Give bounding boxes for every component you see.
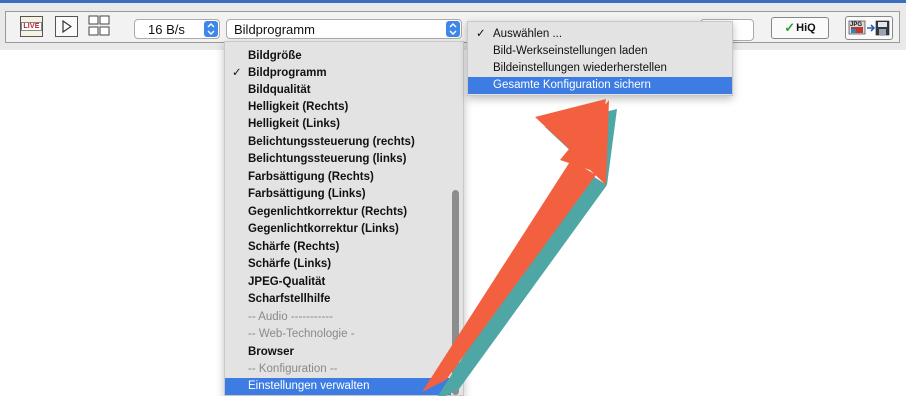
menu-item[interactable]: JPEG-Qualität — [225, 274, 451, 291]
action-dropdown-menu: ✓ Auswählen ... Bild-Werkseinstellungen l… — [467, 21, 733, 96]
frame-rate-value: 16 B/s — [148, 22, 185, 37]
jpg-to-disk-icon: JPG — [848, 20, 890, 36]
menu-item[interactable]: Bild-Werkseinstellungen laden — [468, 43, 732, 60]
menu-item[interactable]: Gegenlichtkorrektur (Links) — [225, 221, 451, 238]
menu-separator: -- Audio ----------- — [248, 311, 333, 323]
menu-item[interactable]: Scharfstellhilfe — [225, 291, 451, 308]
jpg-export-button[interactable]: JPG — [845, 16, 893, 40]
menu-separator: -- Web-Technologie - — [248, 328, 355, 340]
menu-item[interactable]: Gegenlichtkorrektur (Rechts) — [225, 204, 451, 221]
menu-item[interactable]: Bildeinstellungen wiederherstellen — [468, 60, 732, 77]
menu-item[interactable]: Schärfe (Rechts) — [225, 239, 451, 256]
menu-separator: -- Konfiguration -- — [248, 363, 338, 375]
menu-item[interactable]: Farbsättigung (Rechts) — [225, 169, 451, 186]
menu-item-selected[interactable]: Gesamte Konfiguration sichern — [468, 77, 732, 94]
svg-text:JPG: JPG — [850, 22, 862, 28]
menu-item-selected[interactable]: Einstellungen verwalten — [225, 378, 451, 395]
menu-item[interactable]: Schärfe (Links) — [225, 256, 451, 273]
program-dropdown-menu: Bildgröße ✓ Bildprogramm Bildqualität Hel… — [224, 41, 464, 396]
hiq-label: HiQ — [796, 22, 816, 34]
menu-item[interactable]: Belichtungssteuerung (links) — [225, 151, 451, 168]
stepper-icon — [204, 21, 218, 37]
menu-item[interactable]: Helligkeit (Rechts) — [225, 99, 451, 116]
checkmark-icon: ✓ — [476, 28, 486, 40]
live-button[interactable]: LIVE — [20, 16, 43, 37]
program-select-value: Bildprogramm — [234, 22, 315, 37]
menu-item[interactable]: ✓ Bildprogramm — [225, 65, 451, 82]
scrollbar[interactable] — [452, 190, 459, 395]
play-icon — [62, 20, 72, 33]
menu-item[interactable]: Farbsättigung (Links) — [225, 186, 451, 203]
frame-rate-select[interactable]: 16 B/s — [134, 19, 220, 39]
menu-item[interactable]: Bildgröße — [225, 48, 451, 65]
menu-item[interactable]: Belichtungssteuerung (rechts) — [225, 134, 451, 151]
menu-item[interactable]: Helligkeit (Links) — [225, 116, 451, 133]
menu-item[interactable]: Bildqualität — [225, 82, 451, 99]
stepper-icon — [446, 21, 460, 37]
play-button[interactable] — [55, 16, 78, 37]
grid-icon[interactable] — [88, 15, 111, 37]
live-label: LIVE — [21, 22, 42, 31]
hiq-button[interactable]: ✓ HiQ — [771, 17, 829, 39]
menu-item[interactable]: ✓ Auswählen ... — [468, 26, 732, 43]
program-select[interactable]: Bildprogramm — [226, 19, 462, 39]
menu-item[interactable]: Browser — [225, 344, 451, 361]
checkmark-icon: ✓ — [784, 20, 796, 35]
checkmark-icon: ✓ — [232, 67, 242, 79]
